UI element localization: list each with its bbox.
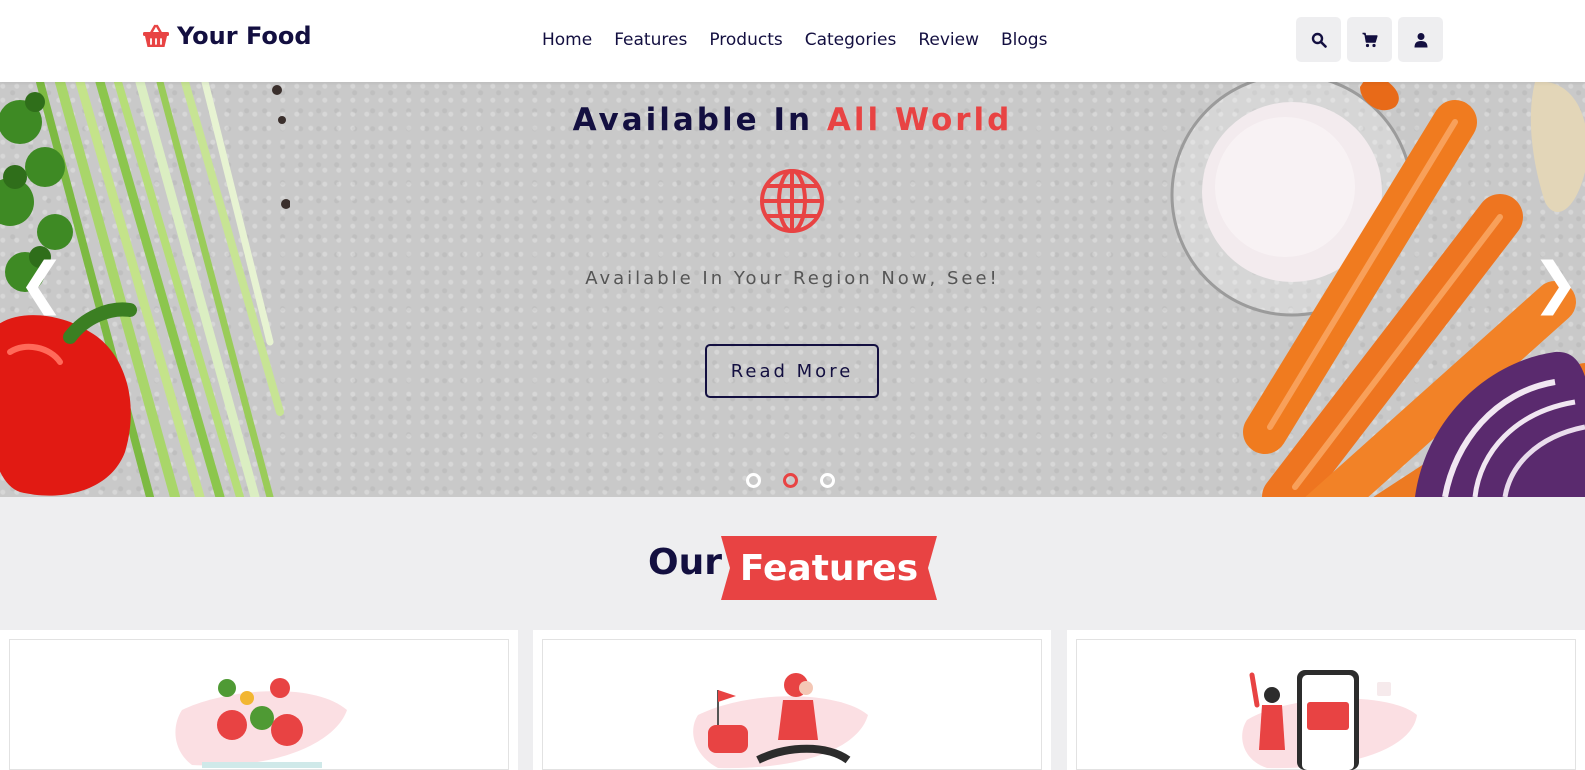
search-button[interactable] — [1296, 17, 1341, 62]
logo[interactable]: Your Food — [142, 22, 312, 50]
shopping-basket-icon — [143, 24, 169, 47]
slider-dot-2-active[interactable] — [783, 473, 798, 488]
delivery-scooter-illustration — [693, 673, 868, 769]
features-heading: Our Features — [0, 530, 1585, 600]
hero-title: Available In All World — [0, 102, 1585, 138]
mobile-payment-illustration — [1242, 670, 1417, 770]
slider-pagination — [746, 473, 835, 488]
logo-text: Your Food — [177, 22, 312, 50]
features-heading-accent: Features — [739, 547, 919, 589]
nav-products[interactable]: Products — [709, 28, 782, 52]
user-icon — [1414, 32, 1427, 47]
hero-title-main: Available In — [572, 102, 814, 138]
feature-card-1 — [0, 630, 518, 770]
nav-review[interactable]: Review — [918, 28, 979, 52]
features-ribbon: Features — [721, 536, 937, 600]
cart-button[interactable] — [1347, 17, 1392, 62]
nav-categories[interactable]: Categories — [805, 28, 897, 52]
site-header: Your Food Home Features Products Categor… — [0, 0, 1585, 82]
nav-features[interactable]: Features — [614, 28, 687, 52]
search-icon — [1311, 32, 1327, 48]
feature-card-3 — [1067, 630, 1585, 770]
globe-icon — [760, 169, 824, 233]
nav-home[interactable]: Home — [542, 28, 592, 52]
header-actions — [1296, 17, 1443, 62]
read-more-button[interactable]: Read More — [705, 344, 879, 398]
fresh-vegetables-illustration — [175, 678, 347, 768]
hero-title-accent: All World — [826, 102, 1013, 138]
cart-icon — [1362, 32, 1378, 47]
nav-blogs[interactable]: Blogs — [1001, 28, 1047, 52]
main-nav: Home Features Products Categories Review… — [542, 28, 1069, 52]
feature-card-2 — [533, 630, 1051, 770]
salt-bowl-and-carrots-image — [1170, 82, 1585, 497]
hero-subtitle: Available In Your Region Now, See! — [585, 268, 1000, 289]
slider-dot-1[interactable] — [746, 473, 761, 488]
slider-dot-3[interactable] — [820, 473, 835, 488]
features-heading-our: Our — [648, 542, 722, 583]
hero-slider: ❮ ❯ Available In All World Available In … — [0, 82, 1585, 497]
user-button[interactable] — [1398, 17, 1443, 62]
